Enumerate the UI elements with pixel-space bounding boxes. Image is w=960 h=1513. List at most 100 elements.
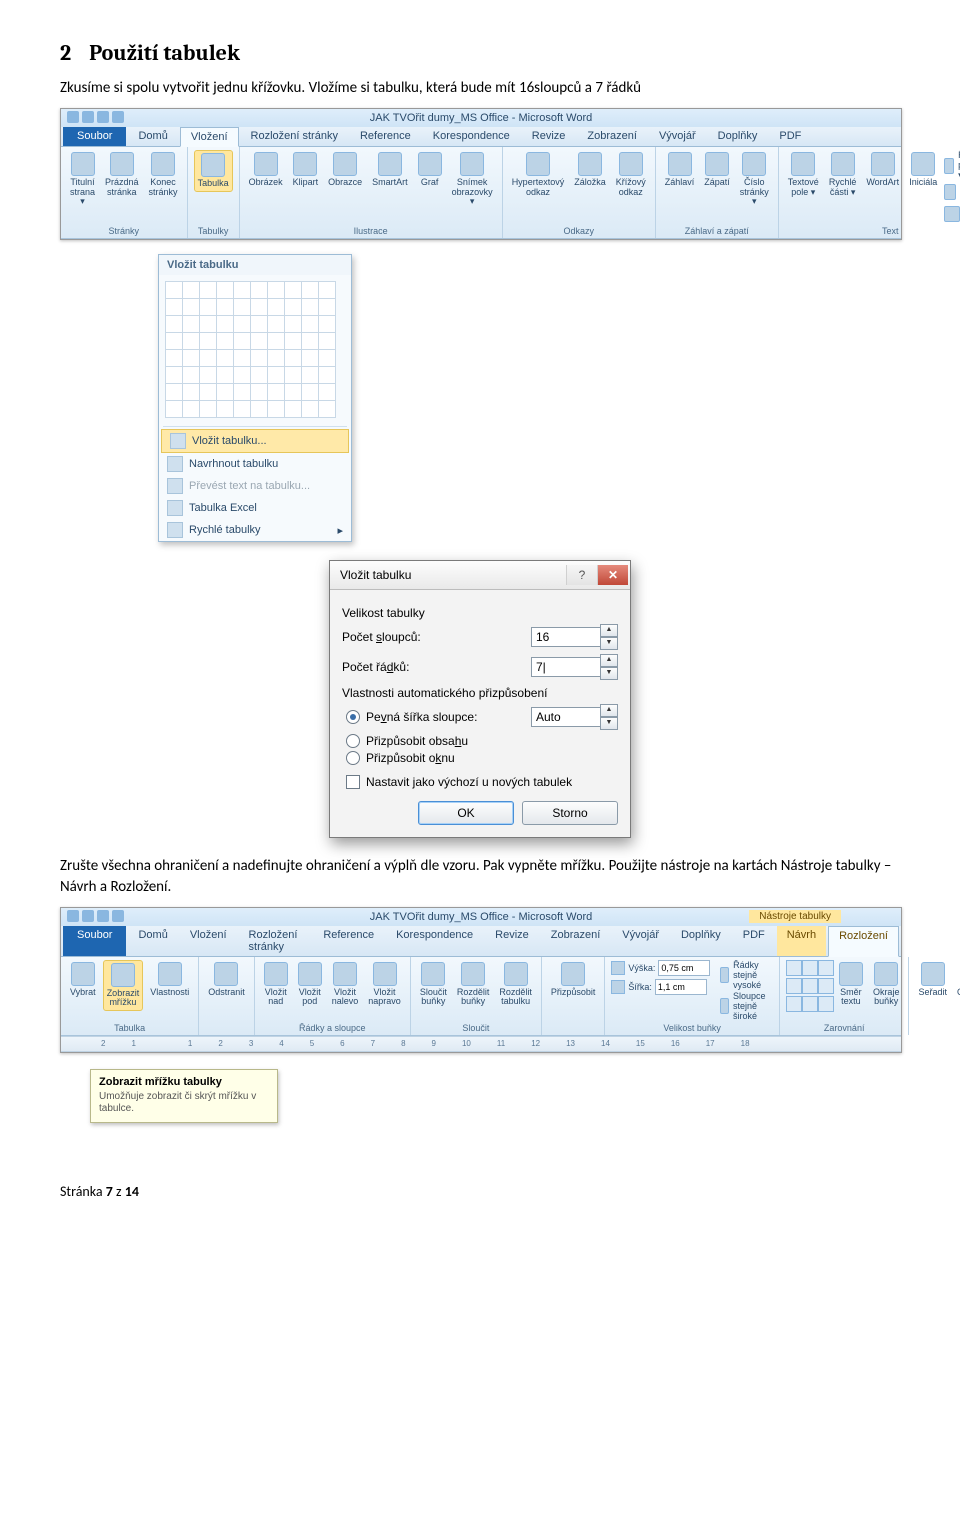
ribbon-button[interactable]: Křížovýodkaz bbox=[613, 150, 649, 199]
ribbon-button[interactable]: Směrtextu bbox=[836, 960, 866, 1009]
grid-cell[interactable] bbox=[319, 350, 336, 367]
align-cell-button[interactable] bbox=[802, 978, 818, 994]
ribbon-tab[interactable]: Vývojář bbox=[612, 926, 669, 956]
grid-cell[interactable] bbox=[268, 299, 285, 316]
ribbon-tab[interactable]: Zobrazení bbox=[541, 926, 611, 956]
ribbon-button[interactable]: Obrázek bbox=[246, 150, 286, 189]
grid-cell[interactable] bbox=[166, 350, 183, 367]
grid-cell[interactable] bbox=[319, 367, 336, 384]
grid-cell[interactable] bbox=[200, 401, 217, 418]
insert-table-button[interactable]: Tabulka bbox=[194, 150, 233, 191]
grid-cell[interactable] bbox=[183, 401, 200, 418]
grid-cell[interactable] bbox=[251, 299, 268, 316]
radio-fixed-width[interactable] bbox=[346, 710, 360, 724]
grid-cell[interactable] bbox=[200, 316, 217, 333]
grid-cell[interactable] bbox=[166, 384, 183, 401]
align-cell-button[interactable] bbox=[818, 960, 834, 976]
grid-cell[interactable] bbox=[200, 299, 217, 316]
rows-step-up[interactable]: ▲ bbox=[600, 654, 618, 667]
grid-cell[interactable] bbox=[234, 299, 251, 316]
grid-cell[interactable] bbox=[166, 299, 183, 316]
help-button[interactable]: ? bbox=[566, 565, 597, 585]
ribbon-button[interactable]: Vložitpod bbox=[295, 960, 325, 1009]
grid-cell[interactable] bbox=[166, 316, 183, 333]
ribbon-button[interactable]: Seřadit bbox=[915, 960, 950, 999]
ribbon-button[interactable]: Záložka bbox=[571, 150, 609, 189]
grid-cell[interactable] bbox=[200, 282, 217, 299]
ribbon-button[interactable]: Opakovatřádky záhlaví bbox=[954, 960, 960, 1018]
properties-button[interactable]: Vlastnosti bbox=[147, 960, 192, 999]
rows-input[interactable] bbox=[531, 657, 601, 677]
grid-cell[interactable] bbox=[285, 282, 302, 299]
grid-cell[interactable] bbox=[234, 384, 251, 401]
grid-cell[interactable] bbox=[268, 367, 285, 384]
grid-cell[interactable] bbox=[200, 350, 217, 367]
grid-cell[interactable] bbox=[200, 333, 217, 350]
ok-button[interactable]: OK bbox=[418, 801, 514, 825]
align-cell-button[interactable] bbox=[786, 978, 802, 994]
grid-cell[interactable] bbox=[302, 401, 319, 418]
grid-cell[interactable] bbox=[285, 333, 302, 350]
grid-cell[interactable] bbox=[166, 333, 183, 350]
ribbon-button[interactable]: Klipart bbox=[290, 150, 322, 189]
table-size-picker[interactable] bbox=[159, 275, 351, 424]
grid-cell[interactable] bbox=[217, 316, 234, 333]
grid-cell[interactable] bbox=[302, 299, 319, 316]
grid-cell[interactable] bbox=[217, 299, 234, 316]
grid-cell[interactable] bbox=[217, 282, 234, 299]
grid-cell[interactable] bbox=[251, 316, 268, 333]
grid-cell[interactable] bbox=[234, 367, 251, 384]
grid-cell[interactable] bbox=[302, 316, 319, 333]
grid-cell[interactable] bbox=[285, 384, 302, 401]
ribbon-button[interactable]: Textovépole ▾ bbox=[785, 150, 822, 199]
cancel-button[interactable]: Storno bbox=[522, 801, 618, 825]
grid-cell[interactable] bbox=[285, 350, 302, 367]
grid-cell[interactable] bbox=[268, 333, 285, 350]
grid-cell[interactable] bbox=[285, 299, 302, 316]
ribbon-button[interactable]: Vložitnalevo bbox=[329, 960, 362, 1009]
grid-cell[interactable] bbox=[183, 282, 200, 299]
grid-cell[interactable] bbox=[285, 401, 302, 418]
fixed-step-up[interactable]: ▲ bbox=[600, 704, 618, 717]
radio-fit-window[interactable] bbox=[346, 751, 360, 765]
grid-cell[interactable] bbox=[200, 384, 217, 401]
ribbon-button[interactable]: WordArt bbox=[863, 150, 902, 189]
grid-cell[interactable] bbox=[251, 384, 268, 401]
align-cell-button[interactable] bbox=[786, 996, 802, 1012]
grid-cell[interactable] bbox=[251, 282, 268, 299]
grid-cell[interactable] bbox=[166, 367, 183, 384]
remember-checkbox[interactable] bbox=[346, 775, 360, 789]
grid-cell[interactable] bbox=[183, 350, 200, 367]
grid-cell[interactable] bbox=[319, 401, 336, 418]
ribbon-button[interactable]: Hypertextovýodkaz bbox=[509, 150, 568, 199]
cols-step-up[interactable]: ▲ bbox=[600, 624, 618, 637]
ribbon-button[interactable]: Záhlaví bbox=[662, 150, 698, 189]
grid-cell[interactable] bbox=[217, 401, 234, 418]
grid-cell[interactable] bbox=[234, 282, 251, 299]
grid-cell[interactable] bbox=[251, 401, 268, 418]
close-button[interactable]: ✕ bbox=[597, 565, 628, 585]
grid-cell[interactable] bbox=[285, 316, 302, 333]
ribbon-button[interactable]: Sloučitbuňky bbox=[417, 960, 450, 1009]
ribbon-tab[interactable]: Korespondence bbox=[386, 926, 483, 956]
grid-cell[interactable] bbox=[217, 367, 234, 384]
menu-item[interactable]: Vložit tabulku... bbox=[161, 429, 349, 453]
grid-cell[interactable] bbox=[183, 367, 200, 384]
grid-cell[interactable] bbox=[319, 333, 336, 350]
ribbon-button[interactable]: Graf bbox=[415, 150, 445, 189]
show-gridlines-button[interactable]: Zobrazitmřížku bbox=[103, 960, 144, 1011]
select-button[interactable]: Vybrat bbox=[67, 960, 99, 999]
grid-cell[interactable] bbox=[302, 384, 319, 401]
align-cell-button[interactable] bbox=[818, 978, 834, 994]
grid-cell[interactable] bbox=[166, 282, 183, 299]
grid-cell[interactable] bbox=[268, 316, 285, 333]
ribbon-button[interactable]: Rychléčásti ▾ bbox=[826, 150, 860, 199]
ribbon-tab[interactable]: Revize bbox=[522, 127, 576, 146]
fixed-width-input[interactable] bbox=[531, 707, 601, 727]
align-cell-button[interactable] bbox=[802, 960, 818, 976]
col-width-input[interactable] bbox=[655, 979, 707, 995]
menu-item[interactable]: Navrhnout tabulku bbox=[159, 453, 351, 475]
ribbon-button[interactable]: Titulnístrana ▾ bbox=[67, 150, 98, 208]
grid-cell[interactable] bbox=[234, 316, 251, 333]
grid-cell[interactable] bbox=[302, 367, 319, 384]
